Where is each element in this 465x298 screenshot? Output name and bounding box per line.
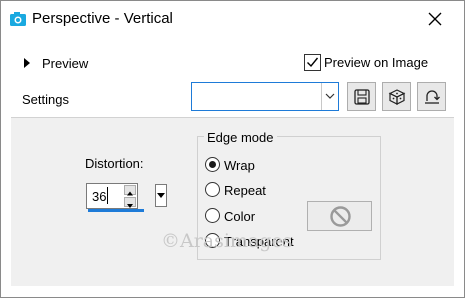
dropdown-button[interactable] <box>321 83 338 110</box>
close-icon[interactable] <box>425 9 445 29</box>
reset-button[interactable] <box>417 82 446 111</box>
text-caret <box>107 187 108 204</box>
distortion-value: 36 <box>92 189 107 204</box>
title-bar: Perspective - Vertical <box>1 1 464 37</box>
radio-label: Repeat <box>224 183 266 198</box>
edge-mode-title: Edge mode <box>204 130 277 145</box>
radio-button[interactable] <box>205 208 220 223</box>
dialog-window: Perspective - Vertical Preview Preview o… <box>0 0 465 298</box>
radio-button[interactable] <box>205 182 220 197</box>
expand-triangle-icon <box>24 58 30 68</box>
radio-selected-dot <box>209 161 216 168</box>
distortion-slider-dropdown[interactable] <box>155 184 167 207</box>
save-preset-button[interactable] <box>347 82 376 111</box>
chevron-down-icon <box>325 93 335 99</box>
settings-label: Settings <box>22 92 69 107</box>
distortion-label: Distortion: <box>85 156 144 171</box>
settings-preset-dropdown[interactable] <box>191 82 339 111</box>
checkbox-box[interactable] <box>304 54 321 71</box>
save-preset-icon <box>354 89 370 105</box>
edge-color-swatch[interactable] <box>307 201 372 231</box>
distortion-input[interactable]: 36 <box>86 183 138 209</box>
window-title: Perspective - Vertical <box>32 10 173 27</box>
no-color-icon <box>330 206 351 227</box>
spin-down-button[interactable] <box>124 197 136 208</box>
camera-icon <box>10 12 26 26</box>
randomize-icon <box>388 89 406 105</box>
preview-on-image-checkbox[interactable]: Preview on Image <box>304 53 444 73</box>
checkmark-icon <box>307 57 319 68</box>
triangle-down-icon <box>157 193 165 198</box>
radio-label: Wrap <box>224 158 255 173</box>
spin-up-button[interactable] <box>124 185 136 196</box>
reset-icon <box>425 90 440 104</box>
randomize-button[interactable] <box>382 82 411 111</box>
watermark: ©Arasimages <box>161 230 293 252</box>
radio-button[interactable] <box>205 157 220 172</box>
preview-label: Preview <box>42 56 89 71</box>
preview-on-image-label: Preview on Image <box>324 55 429 70</box>
radio-label: Color <box>224 209 256 224</box>
distortion-slider-bar[interactable] <box>88 209 144 212</box>
